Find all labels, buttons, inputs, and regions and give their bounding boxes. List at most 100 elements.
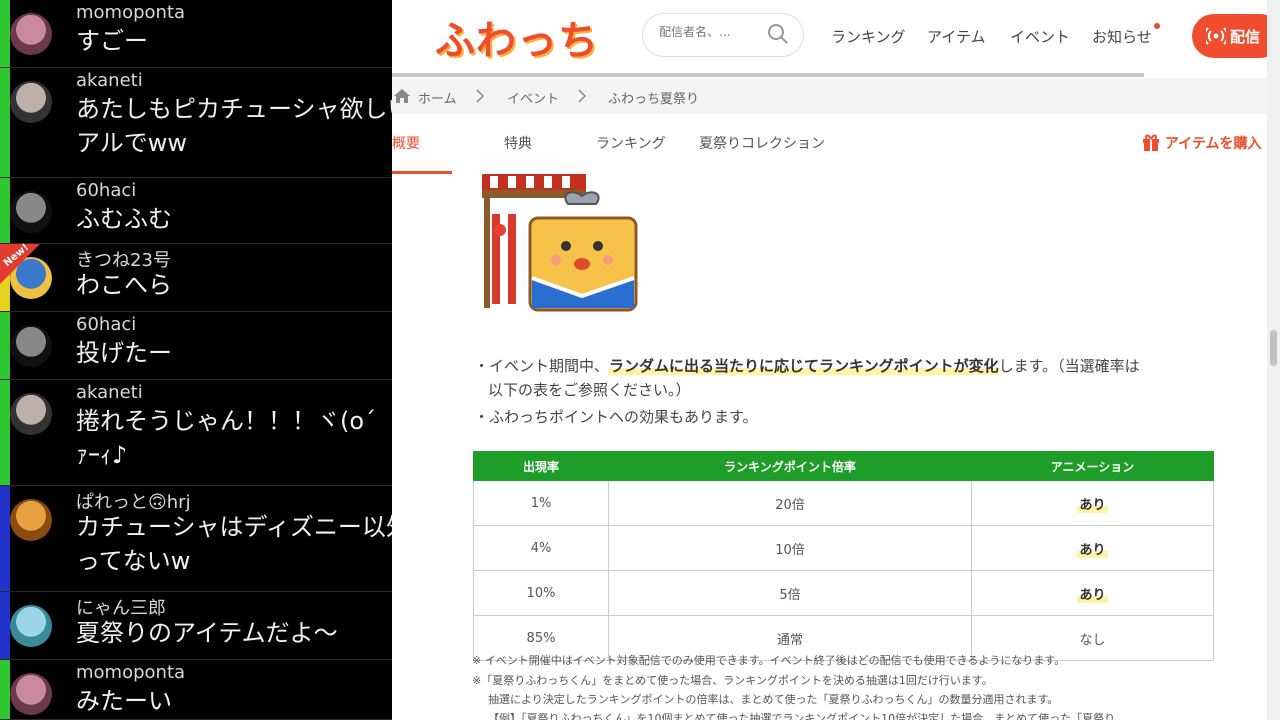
chat-message-text: 夏祭りのアイテムだよ〜 [76,619,338,647]
note-1: ※ イベント開催中はイベント対象配信でのみ使用できます。イベント終了後はどの配信… [472,654,1066,667]
avatar[interactable] [10,605,52,647]
probability-table: 出現率 ランキングポイント倍率 アニメーション 1% 20倍 あり 4% 10倍 あり … [473,451,1214,661]
chat-username[interactable]: momoponta [76,662,185,683]
buy-item-button[interactable]: アイテムを購入 [1142,133,1261,153]
chat-message-text: カチューシャはディズニー以外 ってないw [76,513,392,575]
chat-message: momoponta すごー [0,0,392,68]
chat-message: momoponta みたーい [0,660,392,720]
avatar[interactable] [10,499,52,541]
event-description-line2: 以下の表をご参照ください。） [488,381,691,399]
breadcrumb-home[interactable]: ホーム [418,88,457,107]
cell-multiplier: 10倍 [608,525,972,571]
breadcrumb-current: ふわっち夏祭り [608,92,700,107]
desc-text: します。（当選確率は [998,357,1140,375]
gift-icon [1143,134,1159,151]
table-row: 4% 10倍 あり [473,525,1214,571]
chat-message-text: みたーい [76,687,172,715]
avatar[interactable] [10,393,52,435]
chat-username[interactable]: akaneti [76,70,143,91]
broadcast-icon [1206,27,1226,45]
chat-message: akaneti 捲れそうじゃん！！！ヾ(o´ ｧｰｨ♪ [0,380,392,486]
col-header-multiplier: ランキングポイント倍率 [608,451,972,481]
chat-message-text: すごー [76,27,148,55]
chat-username[interactable]: 60haci [76,314,136,335]
avatar[interactable] [10,13,52,55]
chat-message-color-bar [0,660,10,719]
cell-multiplier: 20倍 [608,480,972,526]
live-broadcast-button[interactable]: 配信 [1192,14,1267,58]
chat-username[interactable]: akaneti [76,382,143,403]
col-header-animation: アニメーション [971,451,1214,481]
header-scrollbar [392,73,1144,77]
chat-message-text: 投げたー [76,339,172,367]
desc-text: ・イベント期間中、 [474,357,610,375]
chevron-right-icon [476,89,484,103]
active-tab-indicator [392,171,452,174]
chat-message: にゃん三郎 夏祭りのアイテムだよ〜 [0,592,392,660]
chat-message-color-bar [0,68,10,177]
animation-value: あり [1077,587,1108,603]
avatar[interactable] [10,325,52,367]
avatar[interactable] [10,81,52,123]
scrollbar-thumb[interactable] [1270,330,1277,366]
chat-username[interactable]: 60haci [76,180,136,201]
chat-message: 60haci 投げたー [0,312,392,380]
chat-message: akaneti あたしもピカチューシャ欲しいw アルでww [0,68,392,178]
chat-message-color-bar [0,592,10,659]
search-icon[interactable] [767,23,789,45]
tab-overview[interactable]: 概要 [392,133,420,153]
chat-panel: momoponta すごー akaneti あたしもピカチューシャ欲しいw アルでww… [0,0,392,720]
nav-ranking[interactable]: ランキング [831,26,906,47]
live-button-label: 配信 [1230,28,1261,46]
chat-message-color-bar [0,312,10,379]
nav-events[interactable]: イベント [1010,26,1070,47]
chat-message: ぱれっと🙃hrj カチューシャはディズニー以外 ってないw [0,486,392,592]
chat-message: 60haci ふむふむ [0,178,392,244]
web-page: ふわっち ランキング アイテム イベント お知らせ 配信 ホーム イベント ふわ… [392,0,1267,720]
chevron-right-icon [578,89,586,103]
cell-multiplier: 5倍 [608,570,972,616]
tab-summer-collection[interactable]: 夏祭りコレクション [699,133,825,153]
tab-ranking[interactable]: ランキング [596,133,666,153]
search-box[interactable] [642,13,804,57]
cell-rate: 4% [473,525,609,571]
desc-highlight: ランダムに出る当たりに応じてランキングポイントが変化 [609,357,999,375]
buy-item-label: アイテムを購入 [1164,136,1262,152]
site-logo[interactable]: ふわっち [435,8,599,66]
breadcrumb-event[interactable]: イベント [507,88,559,107]
cell-animation: あり [971,480,1214,526]
chat-message-text: あたしもピカチューシャ欲しいw アルでww [76,95,392,157]
chat-message: New! きつね23号 わこへら [0,242,392,312]
cell-animation: あり [971,570,1214,616]
tab-benefits[interactable]: 特典 [504,133,532,153]
chat-message-color-bar [0,380,10,485]
nav-items[interactable]: アイテム [927,26,986,47]
animation-value: あり [1077,542,1108,558]
chat-message-color-bar [0,486,10,591]
home-icon[interactable] [394,89,410,103]
table-row: 10% 5倍 あり [473,570,1214,616]
chat-message-text: 捲れそうじゃん！！！ヾ(o´ ｧｰｨ♪ [76,407,377,469]
notification-dot [1154,23,1160,29]
chat-username[interactable]: momoponta [76,2,185,23]
search-input[interactable] [657,24,771,40]
event-description-line1: ・イベント期間中、ランダムに出る当たりに応じてランキングポイントが変化します。（… [474,354,1140,378]
nav-news[interactable]: お知らせ [1092,26,1152,47]
cell-rate: 1% [473,480,609,526]
chat-message-text: ふむふむ [76,205,172,233]
col-header-rate: 出現率 [473,451,609,481]
event-description-line3: ・ふわっちポイントへの効果もあります。 [474,408,758,426]
chat-message-color-bar [0,178,10,243]
cell-animation: あり [971,525,1214,571]
animation-value: あり [1077,497,1108,513]
chat-message-color-bar [0,0,10,67]
table-row: 1% 20倍 あり [473,480,1214,526]
avatar[interactable] [10,191,52,233]
note-2: ※「夏祭りふわっちくん」をまとめて使った場合、ランキングポイントを決める抽選は1… [472,674,993,687]
avatar[interactable] [10,673,52,715]
note-4: 【例】「夏祭りふわっちくん」を10個まとめて使った抽選でランキングポイント10倍… [488,712,1116,720]
page-scrollbar[interactable] [1267,0,1280,720]
note-3: 抽選により決定したランキングポイントの倍率は、まとめて使った「夏祭りふわっちくん… [488,693,1059,706]
cell-rate: 10% [473,570,609,616]
chat-message-text: わこへら [76,271,172,299]
